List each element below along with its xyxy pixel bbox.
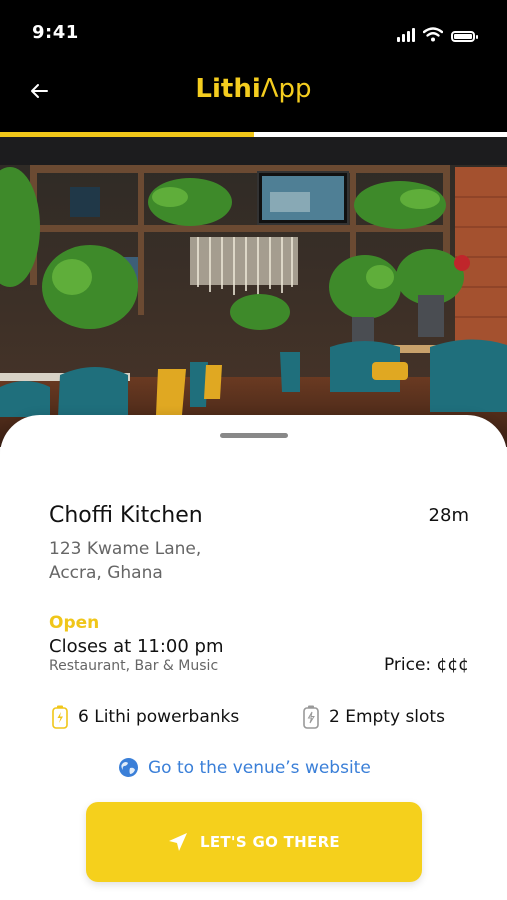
venue-photo (0, 137, 507, 447)
app-logo: LithiΛpp (0, 74, 507, 104)
wifi-icon (423, 27, 443, 42)
price-level: Price: ¢¢¢ (383, 655, 469, 675)
venue-category: Restaurant, Bar & Music (49, 658, 219, 674)
lets-go-button[interactable]: LET'S GO THERE (86, 802, 422, 882)
status-icons (397, 24, 478, 42)
globe-icon (119, 758, 138, 777)
website-link-label: Go to the venue’s website (148, 757, 371, 778)
lets-go-label: LET'S GO THERE (200, 833, 340, 851)
powerbanks-label: 6 Lithi powerbanks (78, 707, 240, 727)
app-header: LithiΛpp (0, 62, 507, 132)
empty-slots: 2 Empty slots (303, 705, 445, 729)
powerbanks-available: 6 Lithi powerbanks (52, 705, 239, 729)
drag-handle[interactable] (220, 433, 288, 438)
status-bar: 9:41 (0, 0, 507, 62)
empty-slots-label: 2 Empty slots (329, 707, 445, 727)
venue-details-sheet: Choffi Kitchen 28m 123 Kwame Lane, Accra… (0, 415, 507, 900)
venue-name: Choffi Kitchen (49, 503, 203, 528)
charged-battery-icon (52, 705, 68, 729)
navigation-arrow-icon (169, 833, 187, 851)
cellular-signal-icon (397, 28, 415, 42)
logo-bold-text: Lithi (195, 74, 261, 104)
venue-distance: 28m (428, 505, 469, 526)
closing-time: Closes at 11:00 pm (49, 636, 224, 657)
venue-address-line1: 123 Kwame Lane, (49, 539, 202, 559)
venue-website-link[interactable]: Go to the venue’s website (118, 757, 371, 778)
venue-address-line2: Accra, Ghana (49, 563, 163, 583)
empty-battery-icon (303, 705, 319, 729)
status-time: 9:41 (32, 22, 79, 43)
battery-icon (451, 31, 478, 42)
logo-light-text: Λpp (260, 74, 312, 104)
open-status: Open (49, 613, 100, 633)
